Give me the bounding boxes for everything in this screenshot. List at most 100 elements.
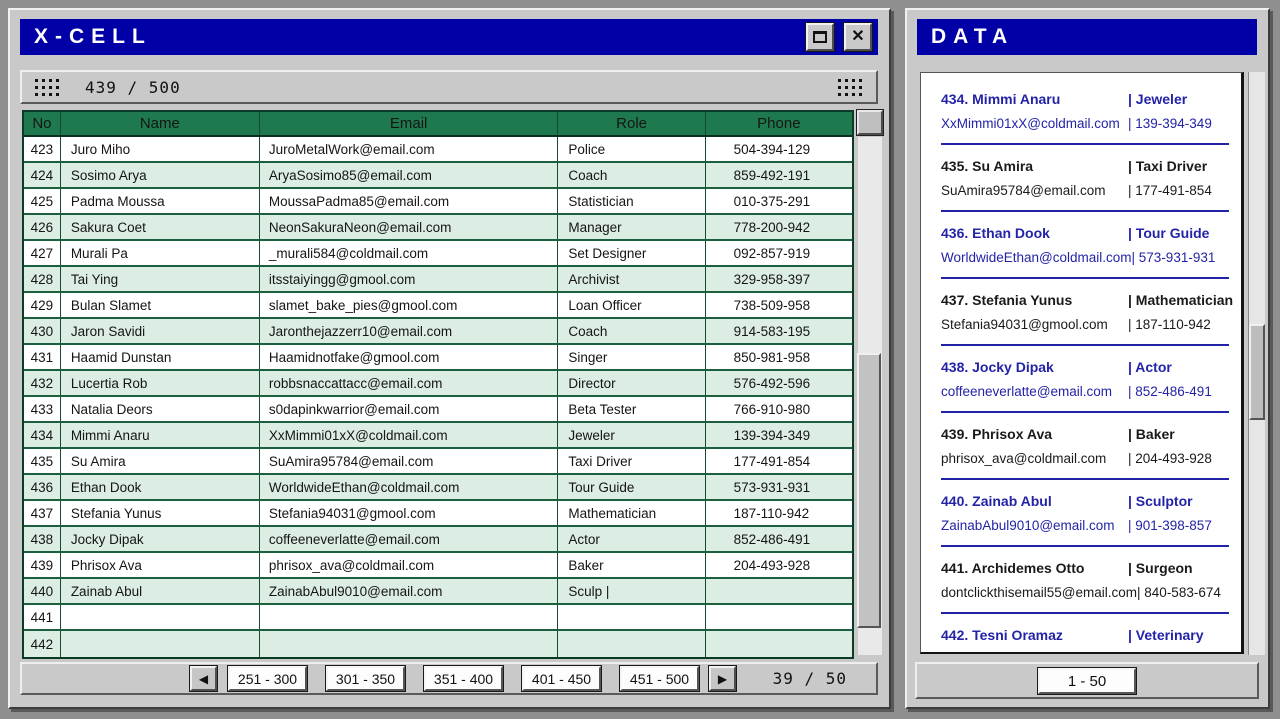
cell-no[interactable]: 442 (24, 631, 61, 657)
cell-phone[interactable]: 187-110-942 (706, 501, 852, 525)
cell-email[interactable]: itsstaiyingg@gmool.com (260, 267, 559, 291)
cell-name[interactable]: Su Amira (61, 449, 260, 473)
prev-page-button[interactable]: ◀ (190, 666, 217, 691)
cell-name[interactable] (61, 605, 260, 629)
cell-name[interactable]: Stefania Yunus (61, 501, 260, 525)
page-range-button-401-450[interactable]: 401 - 450 (522, 666, 601, 691)
cell-no[interactable]: 439 (24, 553, 61, 577)
cell-phone[interactable]: 177-491-854 (706, 449, 852, 473)
cell-name[interactable]: Natalia Deors (61, 397, 260, 421)
cell-name[interactable]: Sosimo Arya (61, 163, 260, 187)
cell-no[interactable]: 434 (24, 423, 61, 447)
cell-phone[interactable]: 139-394-349 (706, 423, 852, 447)
cell-no[interactable]: 433 (24, 397, 61, 421)
cell-phone[interactable]: 859-492-191 (706, 163, 852, 187)
cell-phone[interactable]: 738-509-958 (706, 293, 852, 317)
cell-no[interactable]: 435 (24, 449, 61, 473)
page-range-button-301-350[interactable]: 301 - 350 (326, 666, 405, 691)
cell-role[interactable]: Singer (558, 345, 705, 369)
cell-name[interactable]: Bulan Slamet (61, 293, 260, 317)
cell-phone[interactable]: 329-958-397 (706, 267, 852, 291)
cell-role[interactable]: Baker (558, 553, 705, 577)
cell-no[interactable]: 437 (24, 501, 61, 525)
cell-phone[interactable]: 914-583-195 (706, 319, 852, 343)
maximize-button[interactable] (806, 23, 834, 51)
cell-email[interactable]: MoussaPadma85@email.com (260, 189, 559, 213)
cell-no[interactable]: 438 (24, 527, 61, 551)
cell-email[interactable]: Jaronthejazzerr10@email.com (260, 319, 559, 343)
cell-no[interactable]: 431 (24, 345, 61, 369)
cell-role[interactable]: Beta Tester (558, 397, 705, 421)
cell-email[interactable]: XxMimmi01xX@coldmail.com (260, 423, 559, 447)
cell-email[interactable]: SuAmira95784@email.com (260, 449, 559, 473)
cell-role[interactable] (558, 605, 705, 629)
cell-email[interactable]: slamet_bake_pies@gmool.com (260, 293, 559, 317)
cell-role[interactable]: Loan Officer (558, 293, 705, 317)
cell-role[interactable]: Actor (558, 527, 705, 551)
cell-no[interactable]: 423 (24, 137, 61, 161)
cell-name[interactable]: Phrisox Ava (61, 553, 260, 577)
cell-role[interactable]: Coach (558, 319, 705, 343)
cell-email[interactable]: _murali584@coldmail.com (260, 241, 559, 265)
cell-phone[interactable]: 778-200-942 (706, 215, 852, 239)
cell-no[interactable]: 429 (24, 293, 61, 317)
cell-role[interactable]: Statistician (558, 189, 705, 213)
page-range-button-451-500[interactable]: 451 - 500 (620, 666, 699, 691)
cell-name[interactable]: Padma Moussa (61, 189, 260, 213)
cell-no[interactable]: 436 (24, 475, 61, 499)
cell-no[interactable]: 432 (24, 371, 61, 395)
close-button[interactable]: ✕ (844, 23, 872, 51)
cell-email[interactable]: Stefania94031@gmool.com (260, 501, 559, 525)
page-range-button-351-400[interactable]: 351 - 400 (424, 666, 503, 691)
cell-role[interactable] (558, 631, 705, 657)
cell-email[interactable]: ZainabAbul9010@email.com (260, 579, 559, 603)
list-scrollbar[interactable] (1248, 72, 1265, 655)
range-button-1-50[interactable]: 1 - 50 (1038, 668, 1136, 694)
cell-email[interactable]: s0dapinkwarrior@email.com (260, 397, 559, 421)
cell-email[interactable]: JuroMetalWork@email.com (260, 137, 559, 161)
cell-phone[interactable] (706, 579, 852, 603)
cell-phone[interactable]: 850-981-958 (706, 345, 852, 369)
next-page-button[interactable]: ▶ (709, 666, 736, 691)
cell-email[interactable]: WorldwideEthan@coldmail.com (260, 475, 559, 499)
cell-email[interactable]: AryaSosimo85@email.com (260, 163, 559, 187)
cell-name[interactable]: Sakura Coet (61, 215, 260, 239)
cell-role[interactable]: Sculp | (558, 579, 705, 603)
cell-name[interactable]: Juro Miho (61, 137, 260, 161)
cell-phone[interactable]: 573-931-931 (706, 475, 852, 499)
cell-role[interactable]: Archivist (558, 267, 705, 291)
cell-name[interactable]: Lucertia Rob (61, 371, 260, 395)
cell-phone[interactable]: 576-492-596 (706, 371, 852, 395)
cell-email[interactable] (260, 605, 559, 629)
cell-email[interactable]: coffeeneverlatte@email.com (260, 527, 559, 551)
cell-phone[interactable]: 092-857-919 (706, 241, 852, 265)
cell-no[interactable]: 430 (24, 319, 61, 343)
cell-no[interactable]: 426 (24, 215, 61, 239)
scrollbar-thumb[interactable] (857, 353, 881, 628)
cell-name[interactable]: Murali Pa (61, 241, 260, 265)
cell-name[interactable] (61, 631, 260, 657)
cell-no[interactable]: 425 (24, 189, 61, 213)
cell-no[interactable]: 427 (24, 241, 61, 265)
page-range-button-251-300[interactable]: 251 - 300 (228, 666, 307, 691)
cell-no[interactable]: 428 (24, 267, 61, 291)
cell-name[interactable]: Ethan Dook (61, 475, 260, 499)
cell-role[interactable]: Jeweler (558, 423, 705, 447)
cell-role[interactable]: Set Designer (558, 241, 705, 265)
cell-role[interactable]: Taxi Driver (558, 449, 705, 473)
cell-phone[interactable] (706, 605, 852, 629)
cell-name[interactable]: Mimmi Anaru (61, 423, 260, 447)
cell-phone[interactable]: 852-486-491 (706, 527, 852, 551)
table-scrollbar[interactable] (857, 110, 883, 655)
cell-role[interactable]: Director (558, 371, 705, 395)
cell-no[interactable]: 440 (24, 579, 61, 603)
cell-email[interactable]: NeonSakuraNeon@email.com (260, 215, 559, 239)
cell-phone[interactable] (706, 631, 852, 657)
cell-name[interactable]: Zainab Abul (61, 579, 260, 603)
cell-phone[interactable]: 204-493-928 (706, 553, 852, 577)
cell-no[interactable]: 441 (24, 605, 61, 629)
cell-role[interactable]: Mathematician (558, 501, 705, 525)
cell-name[interactable]: Jocky Dipak (61, 527, 260, 551)
cell-role[interactable]: Tour Guide (558, 475, 705, 499)
cell-role[interactable]: Police (558, 137, 705, 161)
